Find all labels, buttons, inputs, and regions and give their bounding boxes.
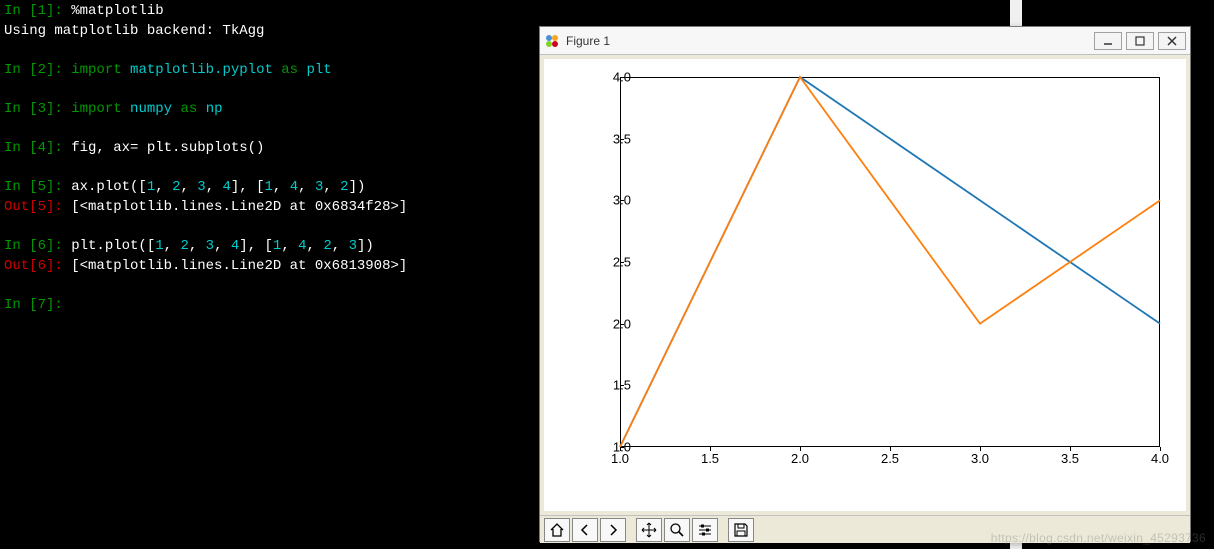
save-button[interactable]: [728, 518, 754, 542]
ytick-label: 1.5: [601, 378, 631, 393]
maximize-button[interactable]: [1126, 32, 1154, 50]
ytick-label: 2.5: [601, 255, 631, 270]
plot-canvas[interactable]: 1.01.52.02.53.03.54.01.01.52.02.53.03.54…: [544, 59, 1186, 511]
app-icon: [544, 33, 560, 49]
titlebar[interactable]: Figure 1: [540, 27, 1190, 55]
window-controls: [1094, 32, 1186, 50]
xtick-label: 1.5: [701, 451, 719, 466]
pan-button[interactable]: [636, 518, 662, 542]
xtick-label: 4.0: [1151, 451, 1169, 466]
terminal-line: In [1]: %matplotlib: [4, 2, 1006, 22]
home-button[interactable]: [544, 518, 570, 542]
figure-window: Figure 1 1.01.52.02.53.03.54.01.01.52.02…: [539, 26, 1191, 542]
series-line1: [620, 77, 1160, 447]
xtick-label: 3.5: [1061, 451, 1079, 466]
ytick-label: 3.5: [601, 131, 631, 146]
xtick-label: 2.5: [881, 451, 899, 466]
xtick-label: 3.0: [971, 451, 989, 466]
series-line2: [620, 77, 1160, 447]
plot-lines: [620, 77, 1160, 447]
forward-button[interactable]: [600, 518, 626, 542]
configure-button[interactable]: [692, 518, 718, 542]
zoom-button[interactable]: [664, 518, 690, 542]
close-button[interactable]: [1158, 32, 1186, 50]
xtick-label: 1.0: [611, 451, 629, 466]
minimize-button[interactable]: [1094, 32, 1122, 50]
window-title: Figure 1: [566, 34, 1094, 48]
xtick-label: 2.0: [791, 451, 809, 466]
ytick-label: 3.0: [601, 193, 631, 208]
watermark: https://blog.csdn.net/weixin_45293736: [991, 531, 1206, 545]
ytick-label: 4.0: [601, 70, 631, 85]
ytick-label: 2.0: [601, 316, 631, 331]
back-button[interactable]: [572, 518, 598, 542]
